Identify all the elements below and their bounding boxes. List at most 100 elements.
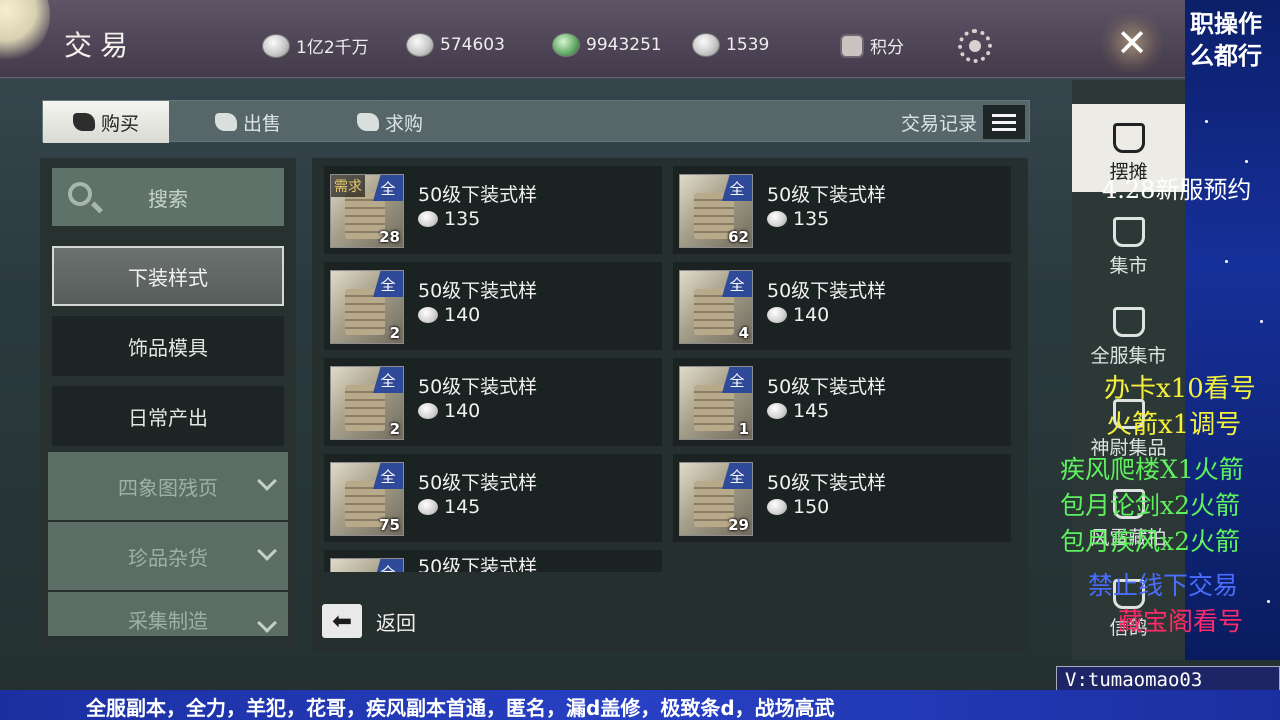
currency-value: 9943251 (586, 35, 662, 55)
silver-ingot-icon (418, 403, 438, 419)
overlay-promo-line: 办卡x10看号 (1104, 374, 1256, 404)
category-item-bottoms-style[interactable]: 下装样式 (52, 246, 284, 306)
item-card[interactable]: 全 62 50级下装式样 135 (673, 166, 1011, 254)
pavilion-icon (1112, 123, 1145, 153)
price-value: 145 (444, 496, 481, 518)
back-button[interactable]: ⬅ 返回 (322, 604, 416, 638)
item-quantity: 29 (728, 516, 749, 534)
item-thumbnail: 全 2 (330, 270, 404, 344)
universal-badge: 全 (722, 463, 752, 489)
item-quantity: 2 (389, 420, 400, 438)
universal-badge: 全 (722, 367, 752, 393)
item-thumbnail: 全 2 (330, 366, 404, 440)
buy-icon (73, 113, 95, 131)
overlay-promo-line: 禁止线下交易 (1088, 571, 1239, 600)
price-value: 135 (444, 208, 481, 230)
price-value: 145 (793, 400, 830, 422)
gold-ingot-icon (692, 33, 720, 57)
item-thumbnail: 全 4 (679, 270, 753, 344)
universal-badge: 全 (373, 367, 403, 393)
tab-sell[interactable]: 出售 (215, 101, 281, 143)
item-card[interactable]: 全 75 50级下装式样 145 (324, 454, 662, 542)
silver-ingot-icon (767, 499, 787, 515)
request-icon (357, 113, 379, 131)
price-value: 135 (793, 208, 830, 230)
item-price: 135 (418, 208, 480, 230)
universal-badge: 全 (373, 463, 403, 489)
jade-icon (552, 33, 580, 57)
banner-text: 全服副本，全力，羊犯，花哥，疾风副本首通，匿名，漏d盖修，极致条d，战场高武 (86, 696, 835, 720)
item-price: 140 (767, 304, 829, 326)
window-title: 交易 (64, 29, 137, 62)
item-name: 50级下装式样 (418, 280, 538, 302)
currency-gold: 1539 (692, 33, 769, 57)
item-quantity: 62 (728, 228, 749, 246)
category-item-daily-output[interactable]: 日常产出 (52, 386, 284, 446)
price-value: 140 (444, 400, 481, 422)
item-quantity: 75 (379, 516, 400, 534)
item-thumbnail: 全 75 (330, 462, 404, 536)
tab-request[interactable]: 求购 (357, 101, 423, 143)
trade-records-link[interactable]: 交易记录 (901, 109, 977, 136)
item-thumbnail: 全 1 (679, 366, 753, 440)
universal-badge: 全 (722, 271, 752, 297)
overlay-promo-line: 包月疾风x2火箭 (1060, 527, 1241, 556)
universal-badge: 全 (373, 175, 403, 201)
currency-value: 1亿2千万 (296, 38, 369, 58)
overlay-top-line: 职操作 (1190, 10, 1262, 38)
close-button[interactable]: ✕ (1100, 14, 1164, 72)
item-card[interactable]: 全 4 50级下装式样 140 (673, 262, 1011, 350)
score-button[interactable]: 积分 (840, 33, 904, 58)
silver-ingot-icon (418, 307, 438, 323)
overlay-promo-line: 包月论剑x2火箭 (1060, 491, 1241, 520)
tab-buy[interactable]: 购买 (43, 101, 170, 143)
overlay-top-line: 么都行 (1190, 42, 1262, 70)
nav-global-market[interactable]: 全服集市 (1072, 288, 1185, 376)
group-label: 珍品杂货 (128, 545, 208, 570)
category-group-treasures[interactable]: 珍品杂货 (48, 522, 288, 590)
item-name: 50级下装式样 (767, 376, 887, 398)
search-label: 搜索 (148, 186, 188, 211)
chevron-down-icon (257, 541, 277, 561)
group-label: 采集制造 (128, 609, 208, 633)
search-button[interactable]: 搜索 (52, 168, 284, 226)
item-card[interactable]: 全 需求 28 50级下装式样 135 (324, 166, 662, 254)
item-price: 145 (418, 496, 480, 518)
price-value: 150 (793, 496, 830, 518)
scale-icon (1112, 307, 1145, 337)
currency-jade: 9943251 (552, 33, 662, 57)
moon-decoration (0, 0, 50, 60)
item-thumbnail: 全 需求 28 (330, 174, 404, 248)
coin-icon (262, 33, 290, 58)
nav-label: 集市 (1109, 255, 1148, 277)
category-group-gathering[interactable]: 采集制造 (48, 592, 288, 636)
item-card[interactable]: 全 2 50级下装式样 140 (324, 358, 662, 446)
universal-badge: 全 (722, 175, 752, 201)
category-panel: 搜索 下装样式 饰品模具 日常产出 四象图残页 珍品杂货 采集制造 (40, 158, 296, 650)
item-card[interactable]: 全 50级下装式样 (324, 550, 662, 572)
item-name: 50级下装式样 (418, 472, 538, 494)
list-icon[interactable] (983, 105, 1025, 139)
settings-gear-icon[interactable] (958, 29, 992, 63)
overlay-promo-line: 火箭x1调号 (1106, 410, 1242, 440)
nav-market[interactable]: 集市 (1072, 198, 1185, 286)
back-arrow-icon: ⬅ (322, 604, 362, 638)
currency-value: 1539 (726, 35, 770, 55)
item-card[interactable]: 全 2 50级下装式样 140 (324, 262, 662, 350)
overlay-promo-line: 藏宝阁看号 (1118, 607, 1244, 636)
currency-silver: 574603 (406, 33, 505, 57)
item-card[interactable]: 全 1 50级下装式样 145 (673, 358, 1011, 446)
stream-overlay-panel (1185, 0, 1280, 660)
category-item-accessory-mold[interactable]: 饰品模具 (52, 316, 284, 376)
silver-ingot-icon (767, 307, 787, 323)
item-name: 50级下装式样 (418, 556, 538, 572)
overlay-promo-line: 4.28新服预约 (1102, 176, 1252, 204)
item-price: 140 (418, 304, 480, 326)
overlay-promo-line: 疾风爬楼X1火箭 (1060, 455, 1244, 484)
item-thumbnail: 全 (330, 558, 404, 572)
tab-label: 购买 (101, 112, 140, 135)
group-label: 四象图残页 (118, 475, 218, 500)
category-group-four-symbols[interactable]: 四象图残页 (48, 452, 288, 520)
silver-ingot-icon (767, 211, 787, 227)
item-card[interactable]: 全 29 50级下装式样 150 (673, 454, 1011, 542)
